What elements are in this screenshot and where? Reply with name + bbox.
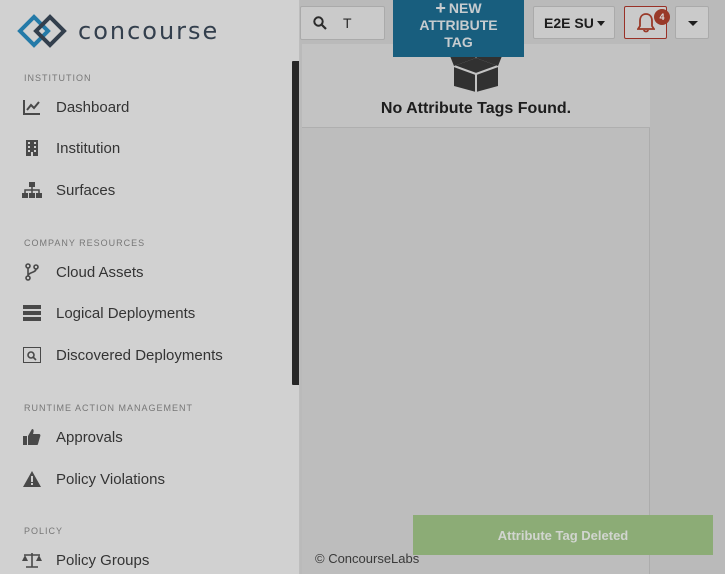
server-stack-icon <box>22 303 42 323</box>
brand-name: concourse <box>78 17 220 45</box>
sitemap-icon <box>22 180 42 200</box>
search-server-icon <box>22 345 42 365</box>
toast-notification[interactable]: Attribute Tag Deleted <box>413 515 713 555</box>
sidebar-item-discovered-deployments[interactable]: Discovered Deployments <box>22 340 287 370</box>
sidebar-item-cloud-assets[interactable]: Cloud Assets <box>22 257 287 287</box>
environment-select[interactable]: E2E SU <box>533 6 615 39</box>
chart-line-icon <box>22 97 42 117</box>
chevron-down-icon <box>597 21 605 26</box>
section-label-institution: INSTITUTION <box>24 73 92 83</box>
notification-count-badge: 4 <box>654 9 670 25</box>
section-label-company-resources: COMPANY RESOURCES <box>24 238 146 248</box>
concourse-logo-icon <box>17 14 67 48</box>
chevron-down-icon <box>688 21 698 26</box>
sidebar-item-policy-groups[interactable]: Policy Groups <box>22 545 287 574</box>
attribute-tags-panel: No Attribute Tags Found. <box>302 44 650 574</box>
user-menu-dropdown[interactable] <box>675 6 709 39</box>
sidebar-item-label: Approvals <box>56 428 123 446</box>
sidebar-item-dashboard[interactable]: Dashboard <box>22 92 287 122</box>
environment-selected-value: E2E SU <box>544 14 594 31</box>
toast-message: Attribute Tag Deleted <box>497 527 629 543</box>
thumbs-up-icon <box>22 427 42 447</box>
sidebar-item-approvals[interactable]: Approvals <box>22 422 287 452</box>
section-label-policy: POLICY <box>24 526 64 536</box>
sidebar-item-label: Logical Deployments <box>56 304 196 322</box>
sidebar-item-label: Cloud Assets <box>56 263 144 281</box>
sidebar-item-label: Discovered Deployments <box>56 346 223 364</box>
search-input[interactable] <box>343 15 383 31</box>
section-label-runtime-action-management: RUNTIME ACTION MANAGEMENT <box>24 403 194 413</box>
bell-icon <box>636 12 655 32</box>
sidebar-item-label: Policy Violations <box>56 470 165 488</box>
empty-message: No Attribute Tags Found. <box>380 100 572 117</box>
search-box[interactable] <box>300 6 385 40</box>
search-icon <box>313 16 327 30</box>
code-branch-icon <box>22 262 42 282</box>
building-icon <box>22 138 42 158</box>
footer-copyright: © ConcourseLabs <box>315 551 420 566</box>
sidebar-scrollbar[interactable] <box>292 61 299 385</box>
sidebar-item-label: Surfaces <box>56 181 116 199</box>
main-content: No Attribute Tags Found. © ConcourseLabs <box>300 0 725 574</box>
sidebar-item-label: Policy Groups <box>56 551 150 569</box>
warning-icon <box>22 469 42 489</box>
sidebar-item-policy-violations[interactable]: Policy Violations <box>22 464 287 494</box>
sidebar-item-logical-deployments[interactable]: Logical Deployments <box>22 298 287 328</box>
sidebar-item-surfaces[interactable]: Surfaces <box>22 175 287 205</box>
sidebar-item-label: Institution <box>56 139 121 157</box>
sidebar: concourse INSTITUTION Dashboard Institut… <box>0 0 300 574</box>
sidebar-item-label: Dashboard <box>56 98 130 116</box>
brand-logo[interactable]: concourse <box>16 12 219 50</box>
plus-icon: + <box>435 0 446 18</box>
sidebar-item-institution[interactable]: Institution <box>22 133 287 163</box>
new-attribute-tag-button[interactable]: + NEW ATTRIBUTE TAG <box>393 0 524 57</box>
balance-scale-icon <box>22 550 42 570</box>
